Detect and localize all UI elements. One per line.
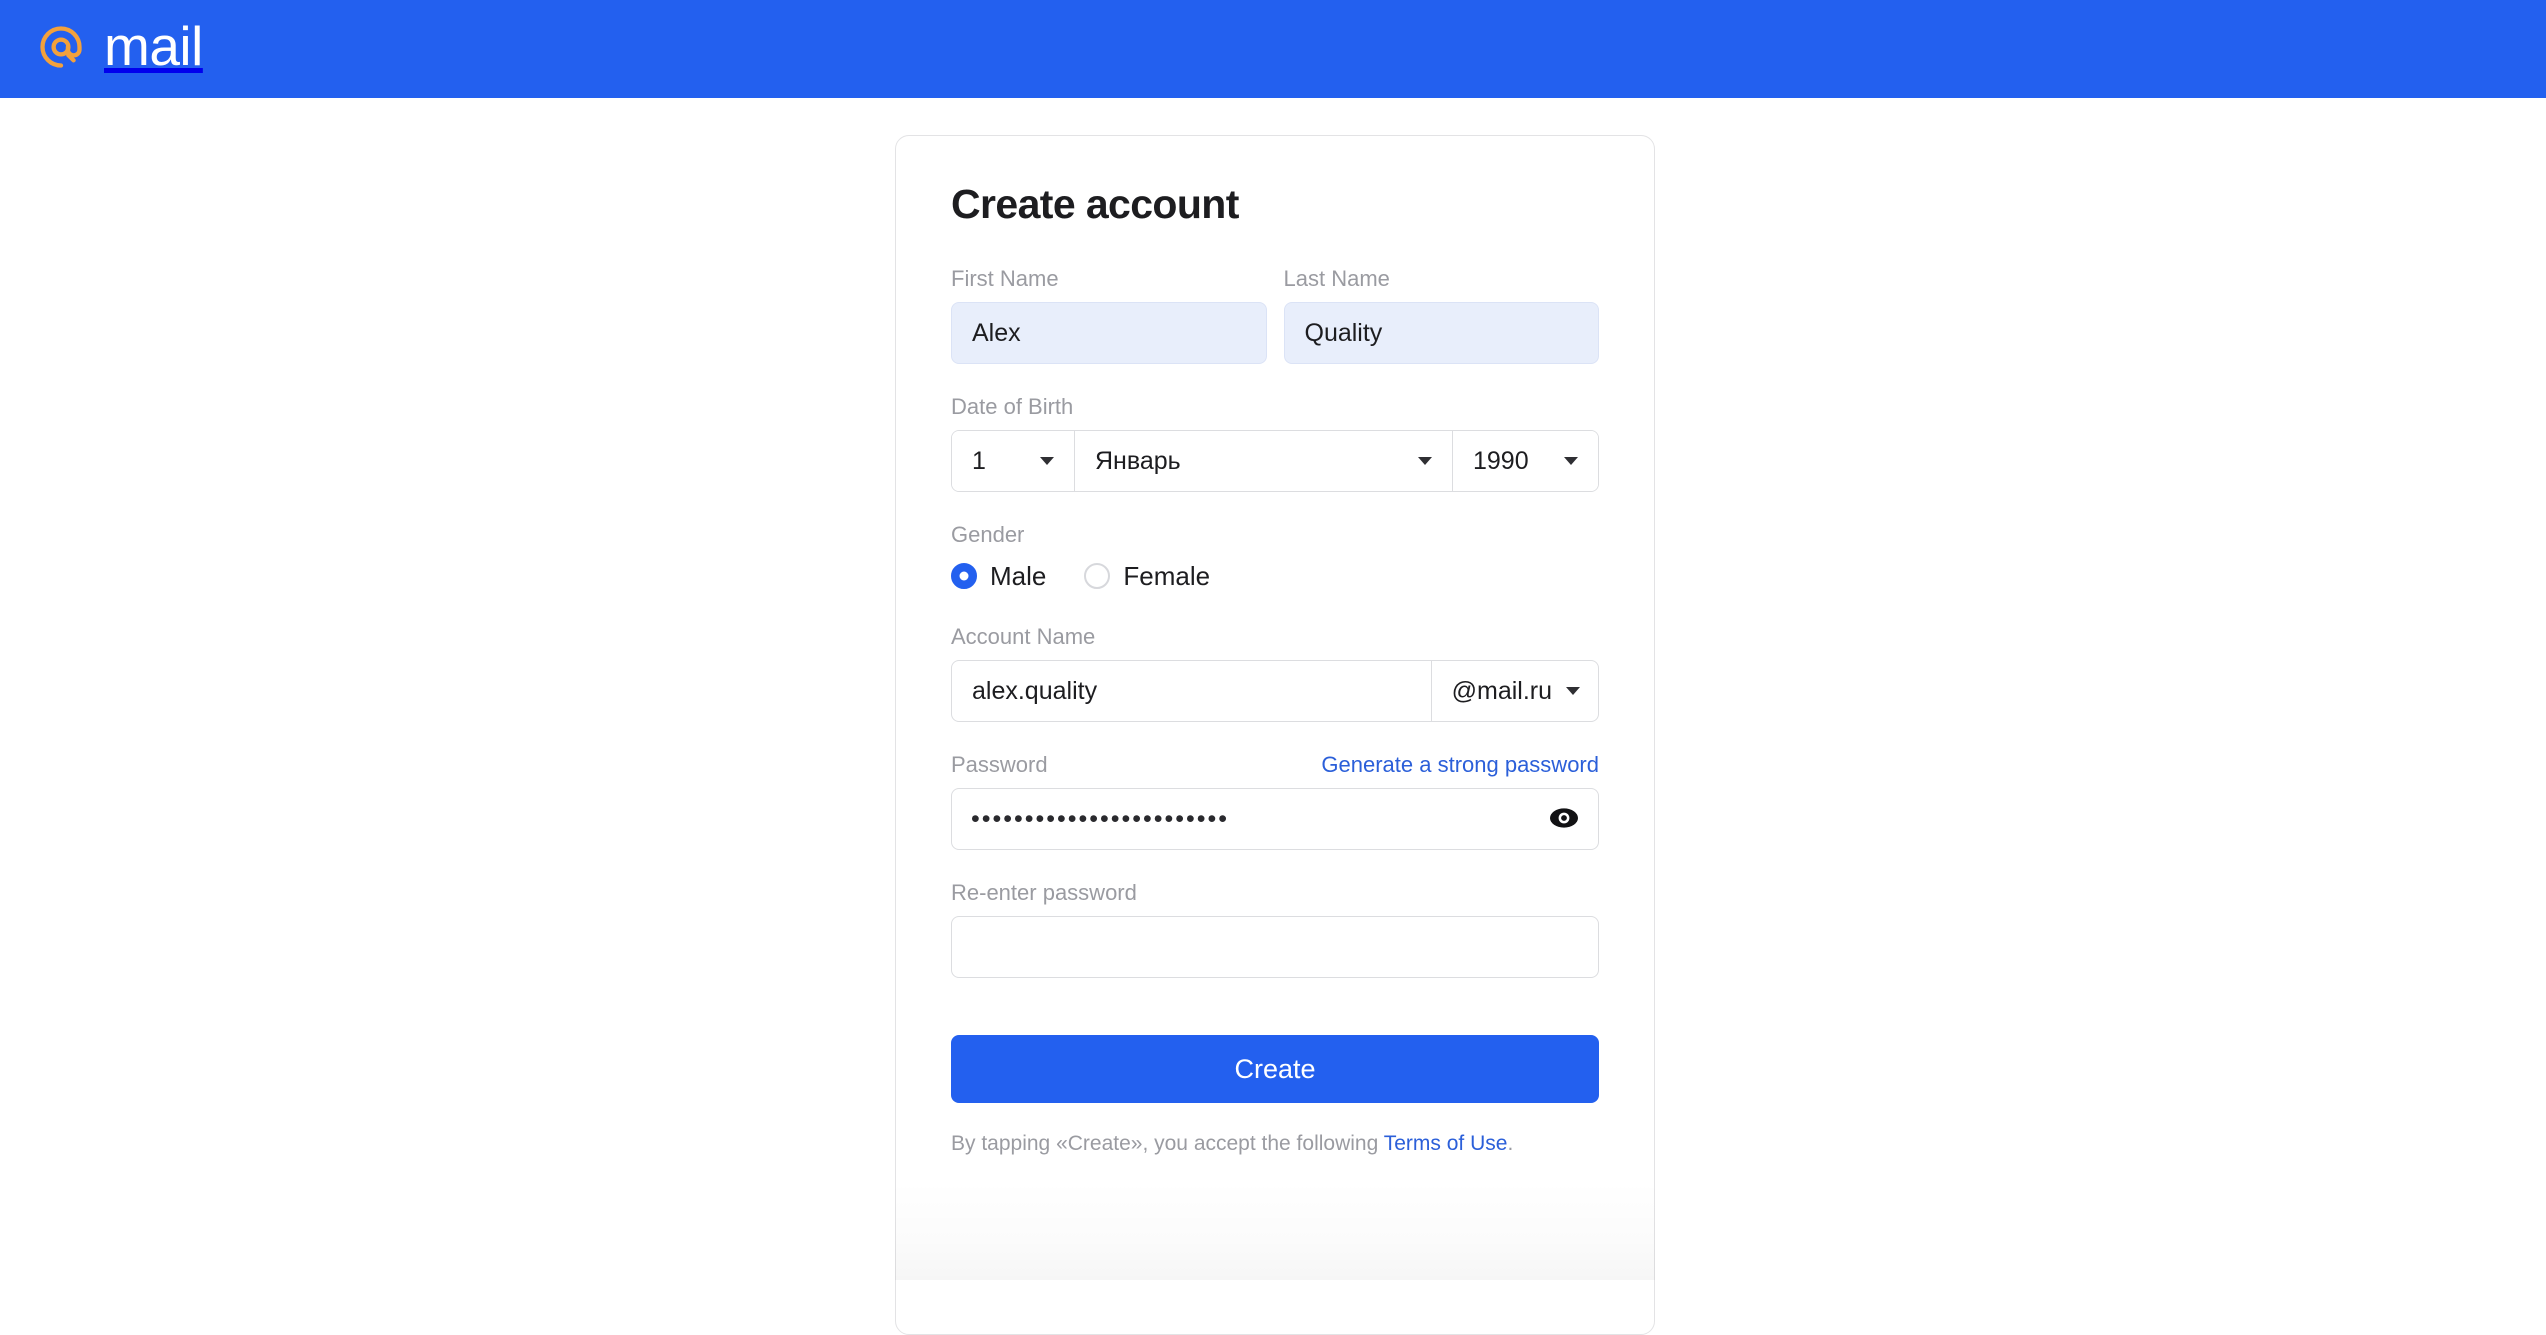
password-label: Password bbox=[951, 752, 1048, 777]
gender-option-female[interactable]: Female bbox=[1084, 563, 1210, 589]
create-account-button[interactable]: Create bbox=[951, 1035, 1599, 1103]
radio-unselected-icon bbox=[1084, 563, 1111, 589]
chevron-down-icon bbox=[1564, 457, 1578, 465]
last-name-label: Last Name bbox=[1283, 266, 1390, 291]
radio-selected-icon bbox=[951, 563, 977, 589]
repeat-password-label: Re-enter password bbox=[951, 880, 1137, 905]
first-name-field-group: First Name bbox=[951, 266, 1267, 364]
email-domain-select[interactable]: @mail.ru bbox=[1430, 661, 1598, 721]
birth-year-select[interactable]: 1990 bbox=[1453, 431, 1598, 491]
terms-suffix-text: . bbox=[1507, 1132, 1514, 1155]
terms-notice: By tapping «Create», you accept the foll… bbox=[951, 1131, 1599, 1157]
account-name-input[interactable] bbox=[952, 661, 1431, 721]
create-account-card: Create account First Name Last Name Date… bbox=[895, 135, 1655, 1335]
terms-prefix-text: By tapping «Create», you accept the foll… bbox=[951, 1132, 1384, 1155]
toggle-password-visibility-button[interactable] bbox=[1547, 788, 1581, 850]
birth-month-value: Январь bbox=[1095, 446, 1181, 475]
mail-logo-link[interactable]: mail bbox=[30, 0, 203, 98]
name-fields-row: First Name Last Name bbox=[951, 266, 1599, 364]
account-name-group: @mail.ru bbox=[951, 660, 1599, 722]
birth-year-value: 1990 bbox=[1473, 446, 1529, 475]
password-input[interactable] bbox=[951, 788, 1599, 850]
eye-icon bbox=[1549, 807, 1579, 832]
gender-option-male[interactable]: Male bbox=[951, 563, 1046, 589]
date-of-birth-label: Date of Birth bbox=[951, 394, 1074, 419]
first-name-label: First Name bbox=[951, 266, 1059, 291]
gender-option-female-label: Female bbox=[1123, 561, 1211, 591]
chevron-down-icon bbox=[1566, 687, 1580, 695]
birth-month-select[interactable]: Январь bbox=[1075, 431, 1453, 491]
gender-label: Gender bbox=[951, 522, 1025, 547]
repeat-password-input[interactable] bbox=[951, 916, 1599, 978]
account-name-label: Account Name bbox=[951, 624, 1096, 649]
terms-of-use-link[interactable]: Terms of Use bbox=[1384, 1132, 1508, 1155]
date-of-birth-group: 1 Январь 1990 bbox=[951, 430, 1599, 492]
birth-day-select[interactable]: 1 bbox=[952, 431, 1075, 491]
last-name-field-group: Last Name bbox=[1283, 266, 1599, 364]
last-name-input[interactable] bbox=[1283, 302, 1599, 364]
password-label-row: Password Generate a strong password bbox=[951, 752, 1599, 778]
at-sign-icon bbox=[30, 16, 92, 83]
page-title: Create account bbox=[951, 181, 1239, 227]
email-domain-value: @mail.ru bbox=[1451, 676, 1552, 705]
birth-day-value: 1 bbox=[972, 446, 986, 475]
password-field-group: •••••••••••••••••••••••• bbox=[951, 788, 1599, 850]
generate-password-link[interactable]: Generate a strong password bbox=[1321, 752, 1599, 778]
chevron-down-icon bbox=[1040, 457, 1054, 465]
first-name-input[interactable] bbox=[951, 302, 1267, 364]
chevron-down-icon bbox=[1418, 457, 1432, 465]
gender-radio-group: Male Female bbox=[951, 558, 1599, 594]
gender-option-male-label: Male bbox=[990, 561, 1047, 591]
brand-header-bar: mail bbox=[0, 0, 2546, 98]
brand-wordmark: mail bbox=[104, 14, 203, 77]
